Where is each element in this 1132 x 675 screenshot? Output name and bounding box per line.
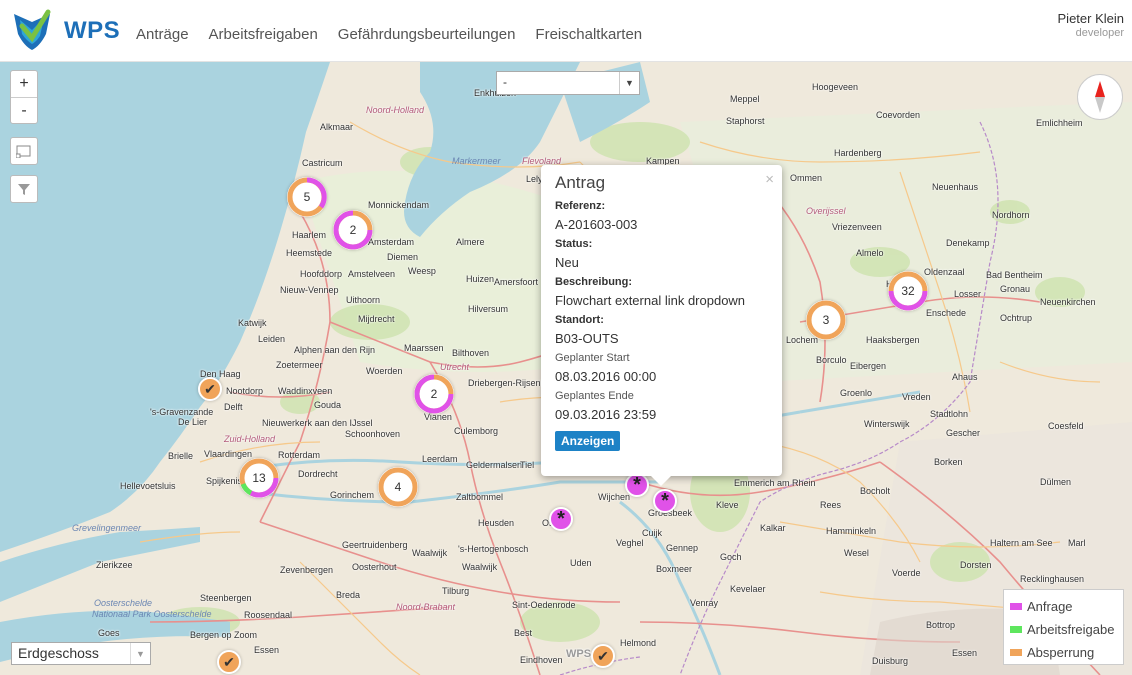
field-value-ende: 09.03.2016 23:59: [555, 407, 657, 422]
nav-antraege[interactable]: Anträge: [136, 26, 189, 43]
cluster-count: 4: [394, 480, 402, 494]
filter-button[interactable]: [10, 175, 38, 203]
legend-label: Arbeitsfreigabe: [1027, 622, 1115, 637]
user-name: Pieter Klein: [1057, 11, 1124, 26]
cluster-count: 5: [303, 190, 311, 204]
cluster-count: 3: [822, 313, 830, 327]
cluster-marker[interactable]: 5: [287, 177, 327, 217]
anzeigen-button[interactable]: Anzeigen: [555, 431, 621, 451]
legend-swatch: [1010, 626, 1022, 633]
logo-text: WPS: [64, 17, 121, 44]
filter-icon: [18, 184, 30, 195]
cluster-marker[interactable]: 2: [333, 210, 373, 250]
user-role: developer: [1075, 27, 1124, 39]
draw-rectangle-button[interactable]: [10, 137, 38, 165]
anfrage-marker[interactable]: *: [625, 473, 649, 497]
map-layer-select-value: -: [503, 75, 507, 89]
field-value-beschreibung: Flowchart external link dropdown: [555, 293, 746, 308]
compass-needle-icon: [1095, 81, 1105, 113]
popup-title: Antrag: [555, 173, 606, 192]
cluster-count: 13: [252, 471, 266, 485]
zoom-control: + -: [10, 70, 38, 124]
logo-shield-icon: [14, 9, 51, 50]
nav-freischaltkarten[interactable]: Freischaltkarten: [535, 26, 642, 43]
field-value-referenz: A-201603-003: [555, 217, 638, 232]
asterisk-icon: *: [661, 490, 669, 512]
legend-item: Anfrage: [1010, 595, 1117, 618]
legend-swatch: [1010, 649, 1022, 656]
zoom-out-button[interactable]: -: [11, 97, 37, 123]
zoom-in-button[interactable]: +: [11, 71, 37, 97]
legend-swatch: [1010, 603, 1022, 610]
nav-gefaehrdungsbeurteilungen[interactable]: Gefährdungsbeurteilungen: [338, 26, 516, 43]
absperrung-marker[interactable]: ✔: [217, 650, 241, 674]
legend-item: Absperrung: [1010, 641, 1117, 664]
rectangle-select-icon: [16, 145, 31, 158]
field-label-start: Geplanter Start: [555, 352, 630, 364]
absperrung-marker[interactable]: ✔: [198, 377, 222, 401]
map-canvas[interactable]: Alkmaar Noord-Holland Markermeer Flevola…: [0, 62, 1132, 675]
asterisk-icon: *: [557, 508, 565, 530]
absperrung-marker[interactable]: ✔: [591, 644, 615, 668]
cluster-marker[interactable]: 32: [888, 271, 928, 311]
field-value-standort: B03-OUTS: [555, 331, 619, 346]
user-menu[interactable]: Pieter Klein developer: [1058, 11, 1124, 39]
antrag-popup: × Antrag Referenz: A-201603-003 Status: …: [541, 165, 782, 486]
checkmark-icon: ✔: [597, 647, 609, 664]
cluster-count: 2: [430, 387, 438, 401]
floor-select[interactable]: Erdgeschoss ▼: [11, 642, 151, 665]
map-legend: Anfrage Arbeitsfreigabe Absperrung: [1003, 589, 1124, 665]
compass-button[interactable]: [1077, 74, 1123, 120]
main-nav: Anträge Arbeitsfreigaben Gefährdungsbeur…: [136, 26, 642, 43]
anfrage-marker[interactable]: *: [549, 507, 573, 531]
asterisk-icon: *: [633, 474, 641, 496]
field-label-referenz: Referenz:: [555, 200, 606, 212]
field-label-status: Status:: [555, 238, 593, 250]
floor-select-value: Erdgeschoss: [18, 645, 99, 661]
checkmark-icon: ✔: [223, 653, 235, 670]
close-icon[interactable]: ×: [765, 171, 774, 188]
cluster-count: 2: [349, 223, 357, 237]
chevron-down-icon: ▼: [619, 72, 639, 94]
cluster-marker[interactable]: 2: [414, 374, 454, 414]
cluster-marker[interactable]: 13: [239, 458, 279, 498]
checkmark-icon: ✔: [204, 380, 216, 397]
field-value-status: Neu: [555, 255, 579, 270]
cluster-marker[interactable]: 4: [378, 467, 418, 507]
cluster-count: 32: [901, 284, 915, 298]
legend-label: Anfrage: [1027, 599, 1073, 614]
legend-label: Absperrung: [1027, 645, 1095, 660]
field-label-standort: Standort:: [555, 314, 604, 326]
legend-item: Arbeitsfreigabe: [1010, 618, 1117, 641]
map-layer-select[interactable]: - ▼: [496, 71, 640, 95]
nav-arbeitsfreigaben[interactable]: Arbeitsfreigaben: [209, 26, 318, 43]
wps-logo[interactable]: WPS: [10, 8, 120, 52]
field-value-start: 08.03.2016 00:00: [555, 369, 657, 384]
cluster-marker[interactable]: 3: [806, 300, 846, 340]
chevron-down-icon: ▼: [130, 643, 150, 664]
field-label-ende: Geplantes Ende: [555, 390, 634, 402]
anfrage-marker[interactable]: *: [653, 489, 677, 513]
field-label-beschreibung: Beschreibung:: [555, 276, 633, 288]
app-header: WPS Anträge Arbeitsfreigaben Gefährdungs…: [0, 0, 1132, 62]
